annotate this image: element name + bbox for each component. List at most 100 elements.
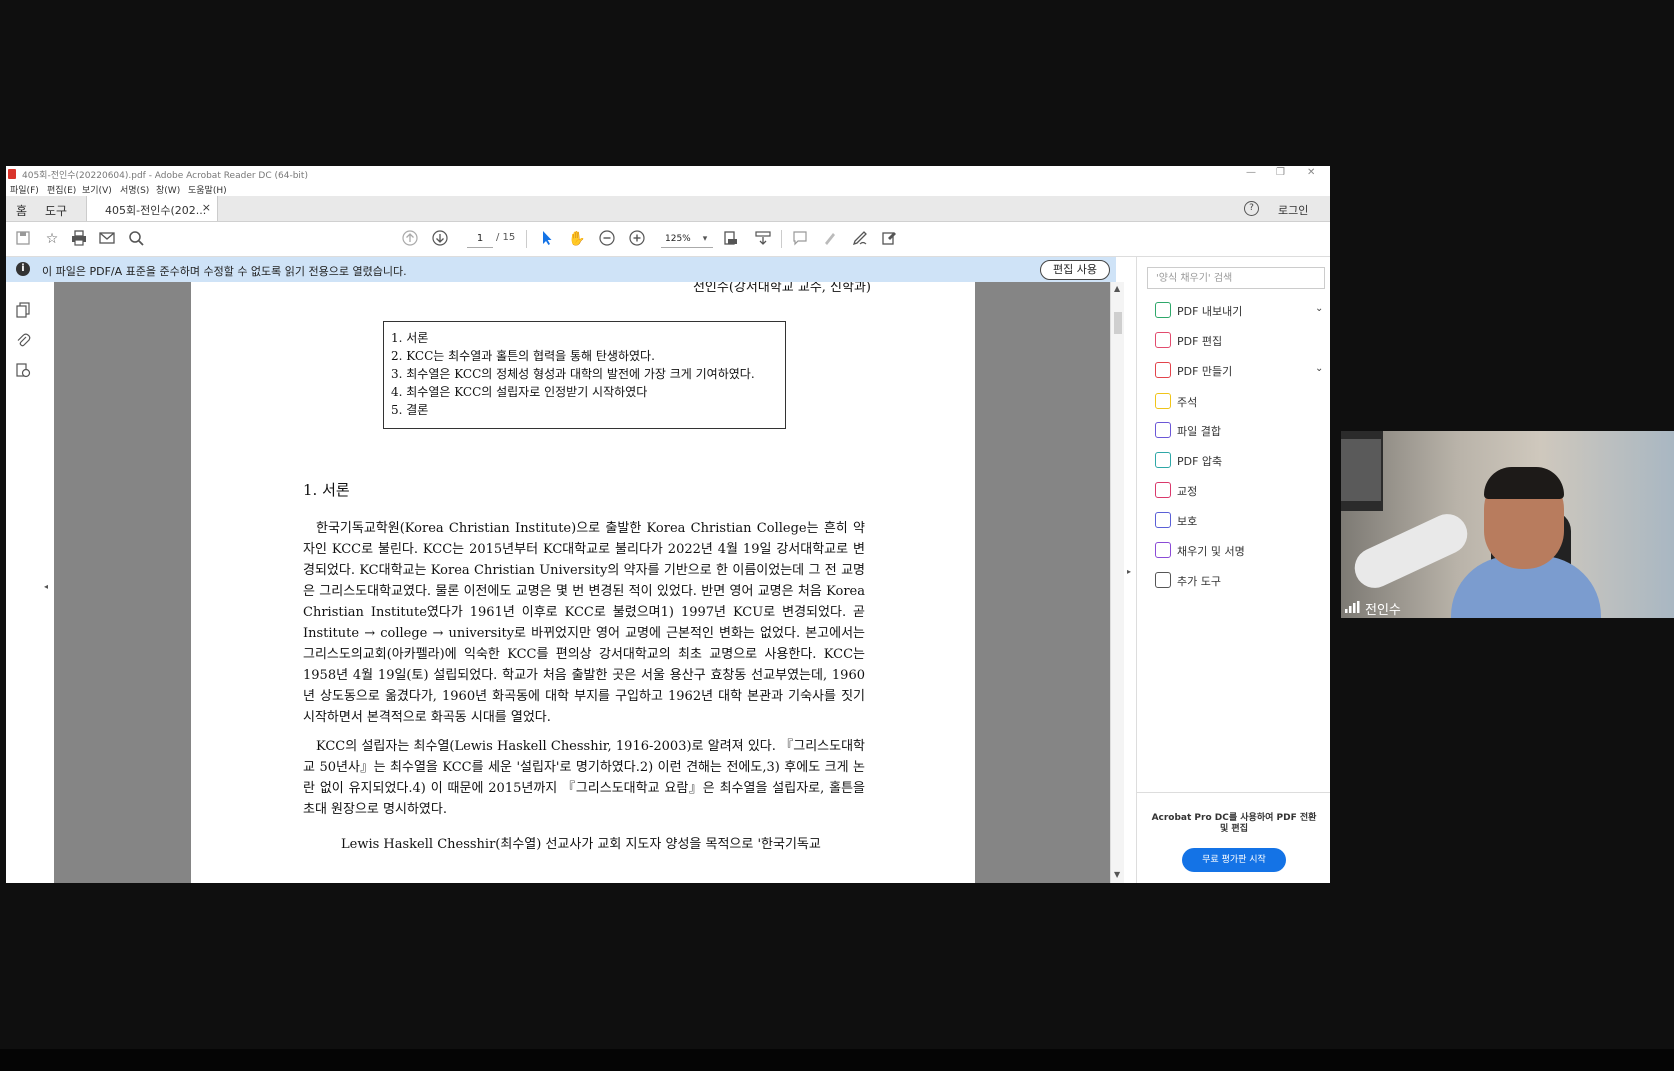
zoom-in-icon[interactable] — [628, 230, 646, 248]
zoom-out-icon[interactable] — [598, 230, 616, 248]
left-navigation-pane — [6, 282, 43, 883]
tool-item-label: 채우기 및 서명 — [1177, 545, 1245, 558]
tool-item-label: PDF 압축 — [1177, 455, 1223, 468]
restore-button[interactable]: ❐ — [1276, 167, 1285, 178]
fill-sign-icon — [1155, 542, 1171, 558]
tool-item-label: 교정 — [1177, 485, 1198, 498]
comment-tool-icon[interactable] — [791, 230, 809, 248]
help-icon[interactable]: ? — [1244, 201, 1259, 216]
vertical-scrollbar[interactable]: ▲ ▼ — [1110, 282, 1125, 883]
wall-poster-photo — [1341, 439, 1381, 501]
tab-home[interactable]: 홈 — [16, 202, 27, 219]
menu-help[interactable]: 도움말(H) — [188, 183, 227, 196]
info-icon: i — [16, 262, 30, 276]
close-window-button[interactable]: ✕ — [1307, 167, 1315, 178]
tab-document[interactable]: 405회-전인수(202... × — [86, 196, 218, 221]
search-icon[interactable] — [127, 230, 145, 248]
hand-tool-icon[interactable]: ✋ — [568, 230, 586, 248]
tools-search-input[interactable]: '양식 채우기' 검색 — [1147, 267, 1325, 289]
menu-edit[interactable]: 편집(E) — [47, 183, 76, 196]
toolbar-divider — [781, 230, 782, 248]
page-display-icon[interactable] — [722, 230, 740, 248]
upgrade-promo: Acrobat Pro DC를 사용하여 PDF 전환 및 편집 무료 평가판 … — [1137, 792, 1330, 883]
table-of-contents-box: 1. 서론 2. KCC는 최수열과 홀튼의 협력을 통해 탄생하였다. 3. … — [383, 321, 786, 429]
attachments-icon[interactable] — [14, 332, 32, 350]
tool-item-label: PDF 만들기 — [1177, 365, 1233, 378]
webcam-video-tile: 전인수 — [1341, 431, 1674, 618]
redact-icon — [1155, 482, 1171, 498]
menu-sign[interactable]: 서명(S) — [120, 183, 149, 196]
menu-window[interactable]: 창(W) — [156, 183, 180, 196]
expand-chevron-icon[interactable]: ⌄ — [1315, 363, 1323, 374]
toc-item: 3. 최수열은 KCC의 정체성 형성과 대학의 발전에 가장 크게 기여하였다… — [391, 367, 755, 381]
toc-item: 5. 결론 — [391, 403, 429, 417]
section-heading: 1. 서론 — [303, 481, 350, 499]
tab-tools[interactable]: 도구 — [45, 202, 67, 219]
create-pdf-icon — [1155, 362, 1171, 378]
sign-icon[interactable] — [851, 230, 869, 248]
more-tools-icon — [1155, 572, 1171, 588]
scroll-mode-icon[interactable] — [754, 230, 772, 248]
screen-bottom-bar — [0, 1049, 1674, 1071]
next-page-icon[interactable] — [431, 230, 449, 248]
expand-chevron-icon[interactable]: ⌄ — [1315, 303, 1323, 314]
scroll-down-arrow-icon[interactable]: ▼ — [1114, 870, 1120, 879]
scrollbar-thumb[interactable] — [1114, 312, 1122, 334]
tool-item-label: PDF 편집 — [1177, 335, 1223, 348]
collapse-right-chevron-icon[interactable]: ▸ — [1127, 567, 1131, 576]
menu-bar: 파일(F) 편집(E) 보기(V) 서명(S) 창(W) 도움말(H) — [6, 182, 1330, 196]
fill-sign-tool-icon[interactable] — [880, 230, 898, 248]
window-title: 405회-전인수(20220604).pdf - Adobe Acrobat R… — [22, 171, 308, 181]
body-paragraph: KCC의 설립자는 최수열(Lewis Haskell Chesshir, 19… — [303, 739, 865, 817]
collapse-left-chevron-icon[interactable]: ◂ — [44, 582, 48, 591]
tab-bar: 홈 도구 405회-전인수(202... × ? 로그인 — [6, 196, 1330, 222]
body-paragraph: 한국기독교학원(Korea Christian Institute)으로 출발한… — [303, 521, 865, 725]
zoom-dropdown-chevron-icon[interactable]: ▾ — [696, 230, 714, 248]
main-toolbar: ☆ 1 / 15 ✋ 125% ▾ — [6, 222, 1330, 257]
toc-item: 1. 서론 — [391, 331, 429, 345]
left-pane-collapse-handle[interactable]: ◂ — [42, 282, 54, 883]
protect-icon — [1155, 512, 1171, 528]
select-cursor-icon[interactable] — [538, 230, 556, 248]
save-icon[interactable] — [14, 230, 32, 248]
combine-files-icon — [1155, 422, 1171, 438]
export-pdf-icon — [1155, 302, 1171, 318]
tool-item-label: PDF 내보내기 — [1177, 305, 1243, 318]
scroll-up-arrow-icon[interactable]: ▲ — [1114, 284, 1120, 293]
pdf-page: 전인수(강서대학교 교수, 신학과) 1. 서론 2. KCC는 최수열과 홀튼… — [191, 282, 975, 883]
highlight-pen-icon[interactable] — [821, 230, 839, 248]
bookmark-star-icon[interactable]: ☆ — [43, 230, 61, 248]
enable-editing-button[interactable]: 편집 사용 — [1040, 260, 1110, 280]
login-link[interactable]: 로그인 — [1278, 202, 1308, 218]
menu-view[interactable]: 보기(V) — [82, 183, 112, 196]
body-paragraph: Lewis Haskell Chesshir(최수열) 선교사가 교회 지도자 … — [341, 837, 821, 852]
tools-pane: '양식 채우기' 검색 PDF 내보내기 ⌄ PDF 편집 PDF 만들기 ⌄ 주석 파일 … — [1136, 257, 1330, 883]
previous-page-icon[interactable] — [401, 230, 419, 248]
minimize-button[interactable]: — — [1246, 167, 1256, 178]
promo-text: Acrobat Pro DC를 사용하여 PDF 전환 및 편집 — [1151, 813, 1317, 834]
toc-item: 2. KCC는 최수열과 홀튼의 협력을 통해 탄생하였다. — [391, 349, 655, 363]
email-icon[interactable] — [98, 230, 116, 248]
page-total: / 15 — [496, 232, 516, 243]
close-tab-icon[interactable]: × — [202, 201, 211, 214]
standards-pdfa-icon[interactable] — [14, 362, 32, 380]
comment-icon — [1155, 393, 1171, 409]
print-icon[interactable] — [70, 230, 88, 248]
page-thumbnails-icon[interactable] — [14, 302, 32, 320]
document-viewer[interactable]: 전인수(강서대학교 교수, 신학과) 1. 서론 2. KCC는 최수열과 홀튼… — [54, 282, 1110, 883]
edit-pdf-icon — [1155, 332, 1171, 348]
notice-message: 이 파일은 PDF/A 표준을 준수하며 수정할 수 없도록 읽기 전용으로 열… — [42, 265, 407, 278]
signal-strength-icon — [1345, 601, 1360, 613]
free-trial-button[interactable]: 무료 평가판 시작 — [1182, 848, 1286, 872]
acrobat-app-icon — [8, 169, 16, 179]
compress-pdf-icon — [1155, 452, 1171, 468]
tool-item-label: 추가 도구 — [1177, 575, 1221, 588]
right-pane-collapse-handle[interactable]: ▸ — [1124, 282, 1136, 883]
author-line: 전인수(강서대학교 교수, 신학과) — [692, 282, 871, 295]
participant-name: 전인수 — [1365, 603, 1401, 618]
tool-item-label: 주석 — [1177, 396, 1198, 409]
page-number-input[interactable]: 1 — [467, 231, 493, 248]
tool-item-label: 보호 — [1177, 515, 1198, 528]
menu-file[interactable]: 파일(F) — [10, 183, 39, 196]
title-bar: 405회-전인수(20220604).pdf - Adobe Acrobat R… — [6, 166, 1330, 182]
